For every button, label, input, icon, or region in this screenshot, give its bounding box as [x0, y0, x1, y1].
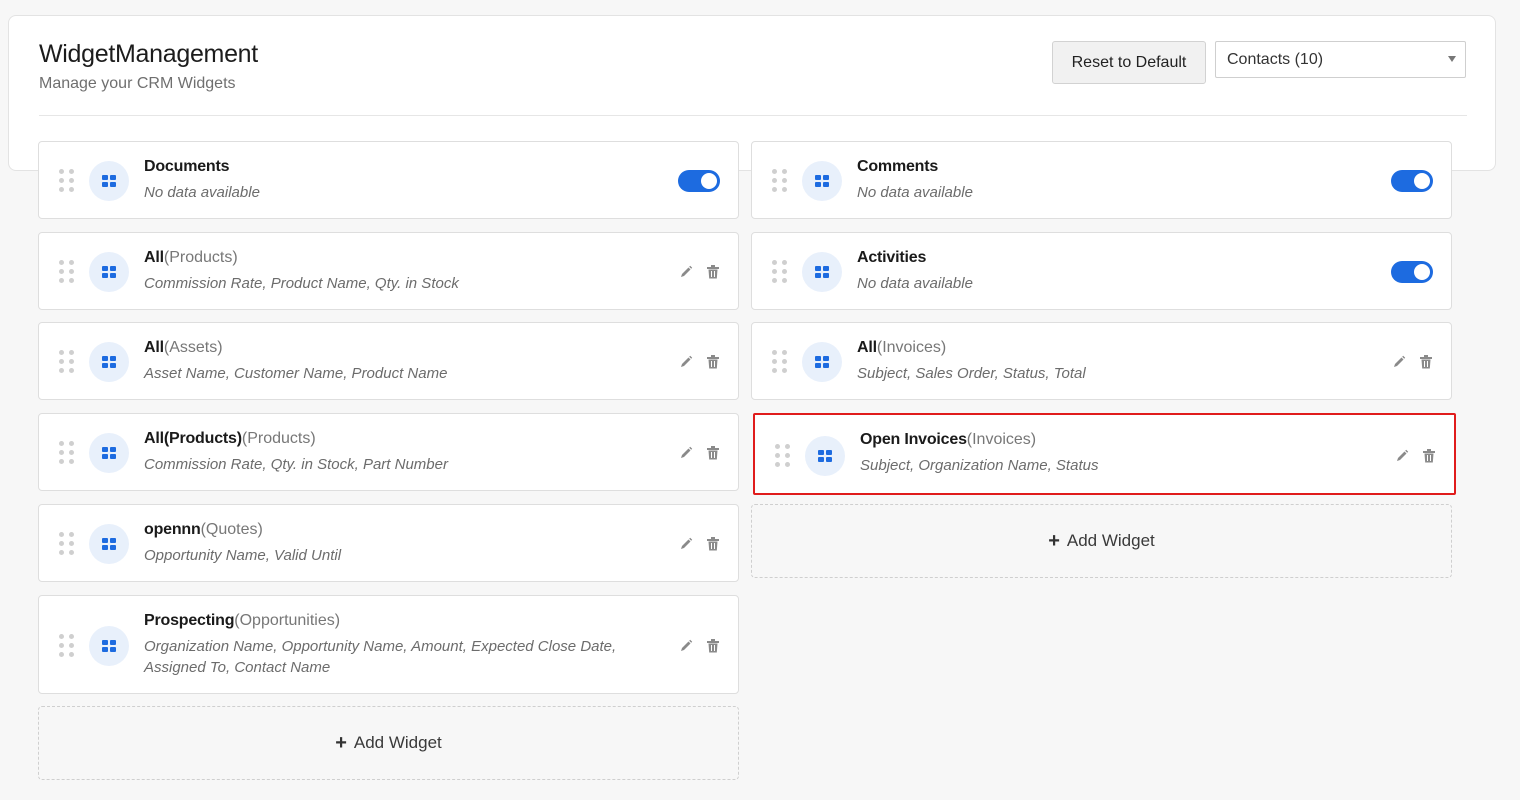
add-widget-button-left[interactable]: + Add Widget [38, 706, 739, 780]
module-select[interactable]: Contacts (10) [1215, 41, 1466, 78]
widget-fields: Subject, Organization Name, Status [860, 457, 1099, 474]
drag-handle-icon[interactable] [772, 350, 788, 374]
widget-title: Activities [857, 249, 926, 267]
widget-name: All [144, 339, 164, 356]
widget-card[interactable]: All(Assets) Asset Name, Customer Name, Pr… [38, 322, 739, 400]
widget-card[interactable]: Open Invoices(Invoices) Subject, Organiza… [753, 413, 1456, 495]
widget-fields: Organization Name, Opportunity Name, Amo… [144, 638, 617, 676]
widget-name: Prospecting [144, 612, 235, 629]
grid-icon [89, 252, 129, 292]
widget-module: (Products) [241, 430, 316, 447]
drag-handle-icon[interactable] [772, 169, 788, 193]
widget-name: All [857, 339, 877, 356]
widget-module: (Products) [163, 249, 238, 266]
widget-card[interactable]: Activities No data available [751, 232, 1452, 310]
pencil-icon[interactable] [679, 265, 693, 279]
trash-icon[interactable] [706, 446, 720, 460]
grid-icon [802, 342, 842, 382]
grid-icon [89, 524, 129, 564]
page-subtitle: Manage your CRM Widgets [39, 75, 236, 92]
grid-icon [89, 342, 129, 382]
widget-toggle[interactable] [678, 170, 720, 192]
drag-handle-icon[interactable] [59, 633, 75, 658]
page-title: WidgetManagement [39, 40, 258, 68]
widget-title: All(Products)(Products) [144, 430, 316, 448]
widget-name: All(Products) [144, 430, 242, 447]
grid-icon [802, 161, 842, 201]
trash-icon[interactable] [1422, 449, 1436, 463]
plus-icon: + [335, 731, 347, 754]
widget-title: Comments [857, 158, 938, 176]
reset-to-default-button[interactable]: Reset to Default [1052, 41, 1206, 84]
add-widget-button-right[interactable]: + Add Widget [751, 504, 1452, 578]
drag-handle-icon[interactable] [772, 260, 788, 284]
widget-name: Documents [144, 158, 230, 175]
grid-icon [89, 625, 129, 666]
widget-title: All(Invoices) [857, 339, 946, 357]
widget-title: Open Invoices(Invoices) [860, 431, 1036, 449]
pencil-icon[interactable] [1395, 449, 1409, 463]
widget-card[interactable]: All(Products)(Products) Commission Rate, … [38, 413, 739, 491]
widget-fields: No data available [144, 184, 260, 201]
widget-fields: Asset Name, Customer Name, Product Name [144, 365, 448, 382]
plus-icon: + [1048, 529, 1060, 552]
widget-toggle[interactable] [1391, 170, 1433, 192]
widget-fields: Commission Rate, Product Name, Qty. in S… [144, 275, 459, 292]
grid-icon [89, 433, 129, 473]
drag-handle-icon[interactable] [59, 441, 75, 465]
pencil-icon[interactable] [1392, 355, 1406, 369]
grid-icon [805, 436, 845, 476]
widget-name: Open Invoices [860, 431, 967, 448]
widget-title: opennn(Quotes) [144, 521, 263, 539]
grid-icon [802, 252, 842, 292]
widget-name: All [144, 249, 164, 266]
widget-name: Comments [857, 158, 939, 175]
chevron-down-icon [1448, 56, 1456, 62]
widget-fields: Commission Rate, Qty. in Stock, Part Num… [144, 456, 448, 473]
widget-card[interactable]: Comments No data available [751, 141, 1452, 219]
widget-module: (Opportunities) [234, 612, 341, 629]
widget-name: Activities [857, 249, 927, 266]
trash-icon[interactable] [706, 355, 720, 369]
widget-title: Documents [144, 158, 230, 176]
widget-card[interactable]: All(Products) Commission Rate, Product Na… [38, 232, 739, 310]
widget-fields: No data available [857, 275, 973, 292]
widget-module: (Quotes) [200, 521, 263, 538]
widget-title: All(Assets) [144, 339, 223, 357]
widget-card[interactable]: All(Invoices) Subject, Sales Order, Statu… [751, 322, 1452, 400]
grid-icon [89, 161, 129, 201]
trash-icon[interactable] [706, 265, 720, 279]
widget-name: opennn [144, 521, 201, 538]
pencil-icon[interactable] [679, 446, 693, 460]
pencil-icon[interactable] [679, 639, 693, 653]
widget-module: (Assets) [163, 339, 223, 356]
widget-card[interactable]: opennn(Quotes) Opportunity Name, Valid Un… [38, 504, 739, 582]
add-widget-label: Add Widget [1066, 531, 1155, 550]
widget-card[interactable]: Documents No data available [38, 141, 739, 219]
drag-handle-icon[interactable] [59, 350, 75, 374]
pencil-icon[interactable] [679, 537, 693, 551]
drag-handle-icon[interactable] [59, 169, 75, 193]
widget-module: (Invoices) [876, 339, 947, 356]
widget-toggle[interactable] [1391, 261, 1433, 283]
widget-title: All(Products) [144, 249, 238, 267]
trash-icon[interactable] [706, 638, 720, 653]
widget-card[interactable]: Prospecting(Opportunities) Organization N… [38, 595, 739, 694]
widget-module: (Invoices) [966, 431, 1037, 448]
trash-icon[interactable] [1419, 355, 1433, 369]
widget-title: Prospecting(Opportunities) [144, 612, 340, 630]
module-select-value: Contacts (10) [1227, 50, 1324, 68]
pencil-icon[interactable] [679, 355, 693, 369]
widget-fields: Opportunity Name, Valid Until [144, 547, 342, 564]
widget-fields: No data available [857, 184, 973, 201]
header-divider [39, 115, 1467, 116]
add-widget-label: Add Widget [353, 733, 442, 752]
drag-handle-icon[interactable] [775, 444, 791, 468]
drag-handle-icon[interactable] [59, 260, 75, 284]
widget-fields: Subject, Sales Order, Status, Total [857, 365, 1086, 382]
drag-handle-icon[interactable] [59, 532, 75, 556]
trash-icon[interactable] [706, 537, 720, 551]
